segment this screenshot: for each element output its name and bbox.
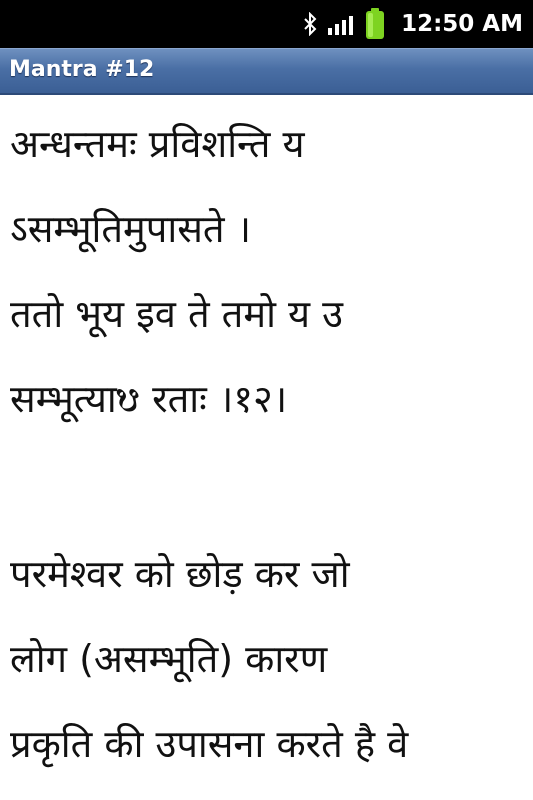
mantra-line: ततो भूय इव ते तमो य उ xyxy=(10,292,343,336)
mantra-content[interactable]: अन्धन्तमः प्रविशन्ति य ऽसम्भूतिमुपासते ।… xyxy=(10,95,525,800)
mantra-line: सम्भूत्याᳪ रताः ।१२। xyxy=(10,377,288,421)
signal-icon xyxy=(327,12,355,36)
battery-icon xyxy=(365,8,385,40)
mantra-line: ऽसम्भूतिमुपासते । xyxy=(10,207,252,251)
meaning-line: परमेश्वर को छोड़ कर जो xyxy=(10,552,350,596)
app-screen: 12:50 AM Mantra #12 अन्धन्तमः प्रविशन्ति… xyxy=(0,0,533,800)
title-bar: Mantra #12 xyxy=(0,48,533,95)
mantra-line: अन्धन्तमः प्रविशन्ति य xyxy=(10,122,305,166)
page-title: Mantra #12 xyxy=(9,57,155,82)
status-bar: 12:50 AM xyxy=(0,0,533,48)
meaning-line: प्रकृति की उपासना करते है वे xyxy=(10,722,409,766)
bluetooth-icon xyxy=(303,12,317,36)
status-icons: 12:50 AM xyxy=(303,0,523,48)
meaning-line: लोग (असम्भूति) कारण xyxy=(10,637,328,681)
clock: 12:50 AM xyxy=(401,11,523,37)
